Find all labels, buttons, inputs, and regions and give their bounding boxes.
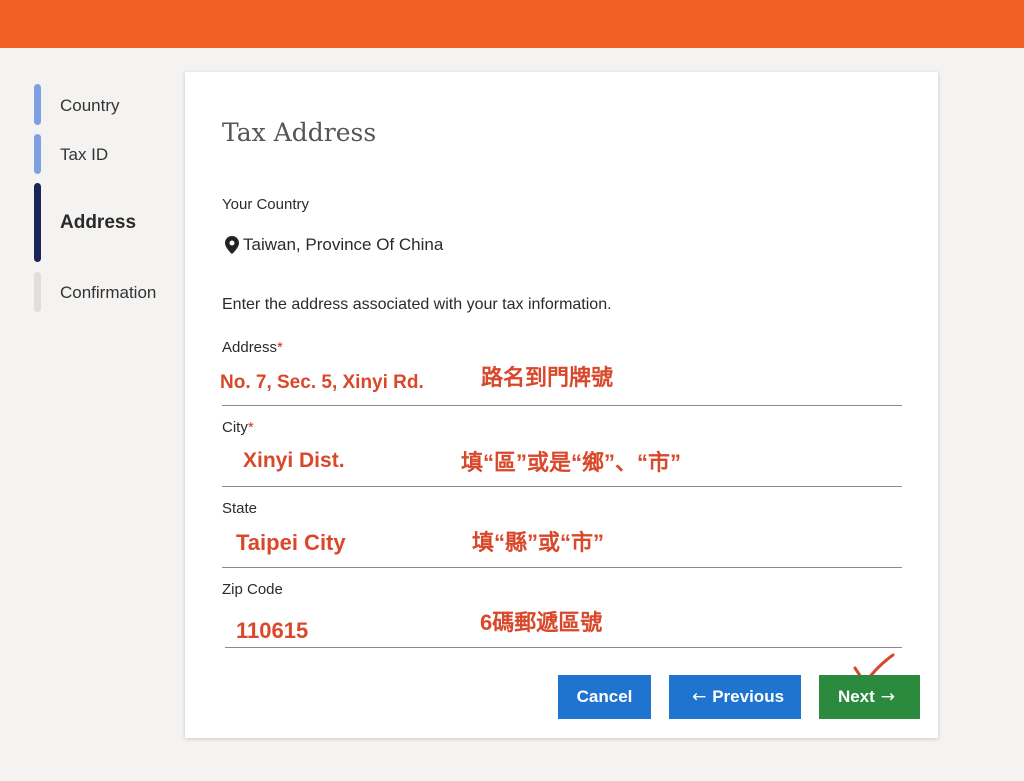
next-button-label: Next (837, 687, 875, 706)
tax-address-card: Tax Address Your Country Taiwan, Provinc… (185, 72, 938, 738)
address-label: Address* (222, 339, 283, 356)
step-label: Country (60, 96, 120, 115)
field-label-text: City (222, 419, 248, 436)
top-bar (0, 0, 1024, 48)
state-input[interactable] (236, 530, 396, 556)
intro-text: Enter the address associated with your t… (222, 296, 612, 313)
required-marker: * (247, 419, 254, 436)
step-country[interactable]: Country (34, 84, 184, 125)
progress-stepper: Country Tax ID Address Confirmation (34, 84, 184, 312)
field-label-text: Zip Code (222, 581, 283, 598)
step-address[interactable]: Address (34, 183, 184, 262)
step-tax-id[interactable]: Tax ID (34, 134, 184, 174)
step-label: Confirmation (60, 283, 157, 302)
address-underline (222, 405, 902, 406)
step-confirmation: Confirmation (34, 272, 184, 312)
page-title: Tax Address (222, 118, 377, 147)
country-label: Your Country (222, 196, 309, 213)
field-label-text: State (222, 500, 258, 517)
step-indicator-active (34, 183, 41, 262)
city-label: City* (222, 419, 254, 436)
city-input[interactable] (243, 449, 403, 473)
previous-button-label: Previous (712, 687, 785, 706)
next-button[interactable]: Next → (819, 675, 920, 719)
zip-annotation: 6碼郵遞區號 (480, 610, 603, 635)
state-underline (222, 567, 902, 568)
country-value: Taiwan, Province Of China (225, 235, 443, 255)
city-underline (222, 486, 902, 487)
field-label-text: Address (222, 339, 278, 356)
location-pin-icon (225, 236, 239, 254)
zip-underline (225, 647, 902, 648)
previous-button[interactable]: ← Previous (669, 675, 801, 719)
required-marker: * (277, 339, 283, 356)
state-label: State (222, 500, 257, 517)
step-indicator (34, 272, 41, 312)
zip-label: Zip Code (222, 581, 283, 598)
step-indicator (34, 84, 41, 125)
cancel-button[interactable]: Cancel (558, 675, 651, 719)
address-input[interactable] (220, 372, 460, 394)
zip-input[interactable] (236, 618, 356, 644)
step-indicator (34, 134, 41, 174)
arrow-right-icon: → (880, 687, 896, 707)
step-label: Tax ID (60, 145, 109, 164)
step-label: Address (60, 212, 137, 233)
address-annotation: 路名到門牌號 (481, 365, 614, 390)
state-annotation: 填“縣”或“市” (472, 530, 605, 555)
cancel-button-label: Cancel (576, 687, 633, 706)
city-annotation: 填“區”或是“鄉”、“市” (461, 450, 682, 475)
arrow-left-icon: ← (691, 687, 707, 707)
country-text: Taiwan, Province Of China (243, 235, 444, 254)
